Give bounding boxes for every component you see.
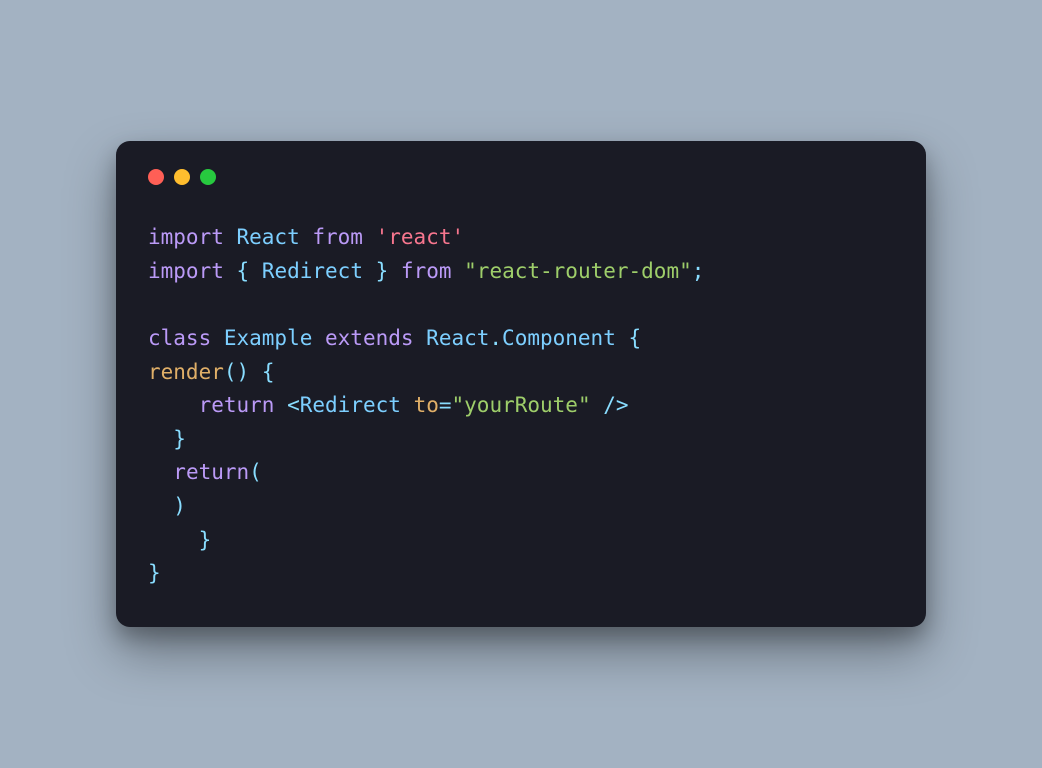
code-token: { — [629, 326, 642, 350]
code-token: Redirect — [249, 259, 375, 283]
code-token: "yourRoute" — [452, 393, 591, 417]
code-token — [591, 393, 604, 417]
code-token: ) — [237, 360, 250, 384]
code-token: /> — [603, 393, 628, 417]
code-token: return — [199, 393, 275, 417]
code-token: Component — [502, 326, 616, 350]
code-token: render — [148, 360, 224, 384]
code-block: import React from 'react' import { Redir… — [148, 221, 894, 591]
code-token: . — [489, 326, 502, 350]
code-token — [224, 259, 237, 283]
code-token: from — [312, 225, 363, 249]
code-token: } — [173, 427, 186, 451]
code-token: = — [439, 393, 452, 417]
code-token: import — [148, 259, 224, 283]
code-token: React — [224, 225, 313, 249]
code-token: to — [414, 393, 439, 417]
code-token: ( — [224, 360, 237, 384]
code-token: { — [237, 259, 250, 283]
code-token — [388, 259, 401, 283]
maximize-icon[interactable] — [200, 169, 216, 185]
code-token: return — [173, 460, 249, 484]
code-token: from — [401, 259, 452, 283]
code-token: ) — [173, 494, 186, 518]
code-token — [148, 528, 199, 552]
code-token: ( — [249, 460, 262, 484]
code-token — [452, 259, 465, 283]
code-token: React — [414, 326, 490, 350]
code-token — [148, 427, 173, 451]
code-token: "react-router-dom" — [464, 259, 692, 283]
code-token — [249, 360, 262, 384]
minimize-icon[interactable] — [174, 169, 190, 185]
code-token: < — [287, 393, 300, 417]
code-token: 'react' — [376, 225, 465, 249]
code-token: import — [148, 225, 224, 249]
code-token: } — [376, 259, 389, 283]
code-token — [616, 326, 629, 350]
code-token — [363, 225, 376, 249]
code-token — [401, 393, 414, 417]
code-token: ; — [692, 259, 705, 283]
code-token: { — [262, 360, 275, 384]
code-token — [148, 494, 173, 518]
code-token: Redirect — [300, 393, 401, 417]
code-window: import React from 'react' import { Redir… — [116, 141, 926, 627]
code-token: Example — [211, 326, 325, 350]
close-icon[interactable] — [148, 169, 164, 185]
code-token: } — [199, 528, 212, 552]
code-token: class — [148, 326, 211, 350]
code-token: extends — [325, 326, 414, 350]
code-token: } — [148, 561, 161, 585]
code-token — [148, 460, 173, 484]
window-titlebar — [148, 169, 894, 185]
code-token — [274, 393, 287, 417]
code-token — [148, 393, 199, 417]
